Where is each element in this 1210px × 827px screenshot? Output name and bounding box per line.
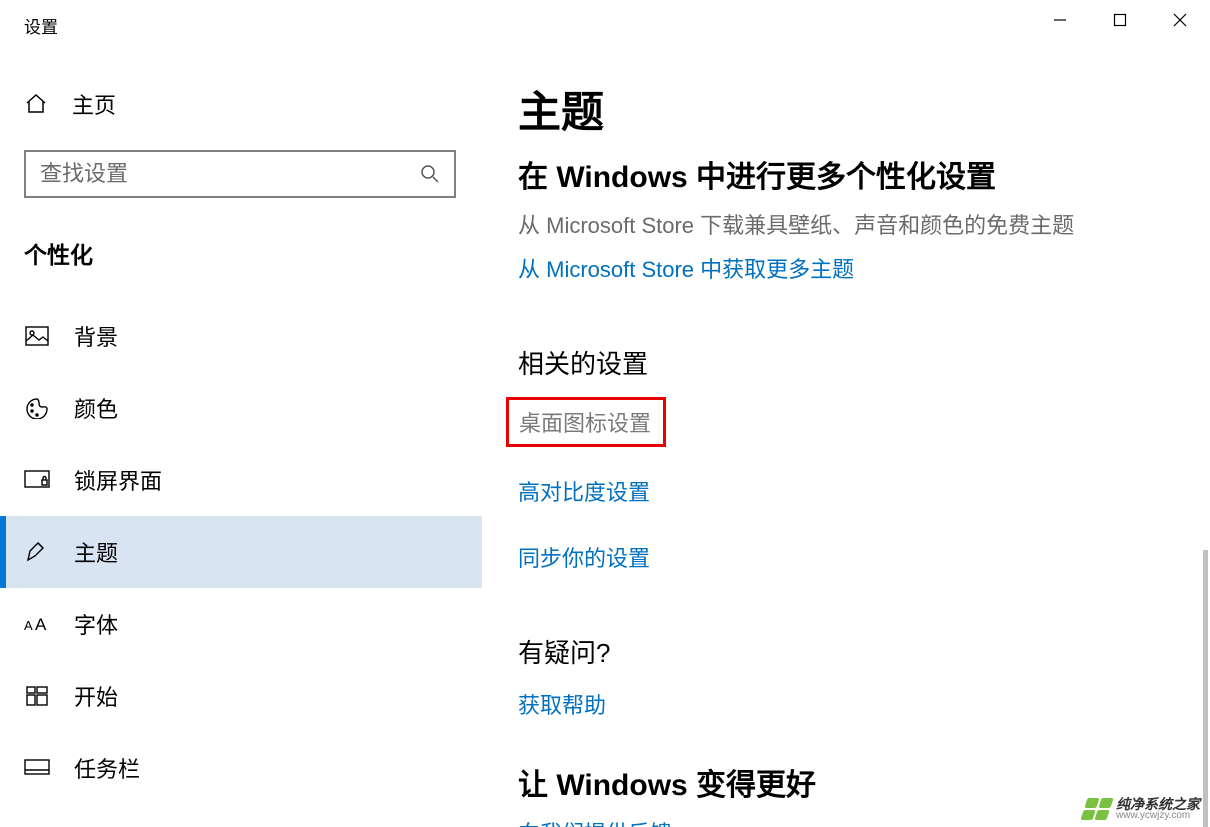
- search-input[interactable]: [40, 161, 420, 187]
- highlight-box: 桌面图标设置: [506, 397, 666, 447]
- link-get-help[interactable]: 获取帮助: [518, 688, 1210, 720]
- nav-item-themes[interactable]: 主题: [0, 516, 482, 588]
- link-desktop-icons[interactable]: 桌面图标设置: [519, 411, 651, 436]
- close-button[interactable]: [1150, 0, 1210, 40]
- nav-label: 颜色: [74, 392, 118, 424]
- window-controls: [1030, 0, 1210, 50]
- maximize-button[interactable]: [1090, 0, 1150, 40]
- help-section: 有疑问? 获取帮助: [518, 633, 1210, 720]
- sidebar: 主页 个性化 背景 颜色: [0, 50, 482, 827]
- link-sync[interactable]: 同步你的设置: [518, 541, 1210, 573]
- titlebar: 设置: [0, 0, 1210, 50]
- minimize-icon: [1053, 13, 1067, 27]
- svg-text:A: A: [24, 618, 33, 633]
- content-area: 主题 在 Windows 中进行更多个性化设置 从 Microsoft Stor…: [482, 50, 1210, 827]
- page-heading: 主题: [518, 78, 1210, 140]
- start-icon: [24, 686, 50, 706]
- store-link[interactable]: 从 Microsoft Store 中获取更多主题: [518, 252, 1210, 284]
- store-description: 从 Microsoft Store 下载兼具壁纸、声音和颜色的免费主题: [518, 208, 1210, 240]
- picture-icon: [24, 326, 50, 346]
- font-icon: AA: [24, 614, 50, 634]
- nav-item-start[interactable]: 开始: [0, 660, 482, 732]
- home-icon: [24, 92, 48, 116]
- watermark-logo-icon: [1080, 798, 1113, 820]
- scrollbar-thumb[interactable]: [1203, 550, 1208, 827]
- palette-icon: [24, 397, 50, 419]
- search-box[interactable]: [24, 150, 456, 198]
- svg-text:A: A: [35, 615, 47, 634]
- watermark-line1: 纯净系统之家: [1116, 797, 1200, 811]
- nav-label: 开始: [74, 680, 118, 712]
- nav-item-background[interactable]: 背景: [0, 300, 482, 372]
- minimize-button[interactable]: [1030, 0, 1090, 40]
- nav-label: 背景: [74, 320, 118, 352]
- nav-item-colors[interactable]: 颜色: [0, 372, 482, 444]
- nav-home[interactable]: 主页: [24, 80, 482, 128]
- nav-item-lockscreen[interactable]: 锁屏界面: [0, 444, 482, 516]
- link-high-contrast[interactable]: 高对比度设置: [518, 475, 1210, 507]
- related-settings-section: 相关的设置 桌面图标设置 高对比度设置 同步你的设置: [518, 344, 1210, 573]
- maximize-icon: [1113, 13, 1127, 27]
- search-icon: [420, 164, 440, 184]
- category-title: 个性化: [24, 236, 482, 270]
- store-subheading: 在 Windows 中进行更多个性化设置: [518, 152, 1210, 196]
- watermark-line2: www.ycwjzy.com: [1116, 811, 1200, 821]
- nav-label: 任务栏: [74, 752, 140, 784]
- related-title: 相关的设置: [518, 344, 1210, 381]
- theme-icon: [24, 541, 50, 563]
- nav-home-label: 主页: [72, 88, 116, 120]
- nav-item-taskbar[interactable]: 任务栏: [0, 732, 482, 804]
- window-title: 设置: [24, 13, 58, 38]
- close-icon: [1173, 13, 1187, 27]
- nav-label: 锁屏界面: [74, 464, 162, 496]
- nav-label: 字体: [74, 608, 118, 640]
- nav-item-fonts[interactable]: AA 字体: [0, 588, 482, 660]
- help-title: 有疑问?: [518, 633, 1210, 670]
- nav-list: 背景 颜色 锁屏界面 主题: [0, 300, 482, 804]
- nav-label: 主题: [74, 536, 118, 568]
- watermark: 纯净系统之家 www.ycwjzy.com: [1084, 797, 1200, 821]
- lockscreen-icon: [24, 470, 50, 490]
- taskbar-icon: [24, 759, 50, 777]
